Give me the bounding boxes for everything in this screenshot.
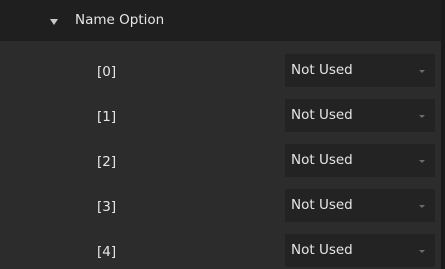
select-value: Not Used xyxy=(291,242,353,258)
select-value: Not Used xyxy=(291,107,353,123)
name-option-row-2: [2] Not Used xyxy=(0,142,441,180)
select-value: Not Used xyxy=(291,152,353,168)
caret-down-icon xyxy=(419,115,425,118)
name-option-row-3: [3] Not Used xyxy=(0,187,441,225)
row-index-label: [3] xyxy=(97,199,117,215)
caret-down-icon xyxy=(419,160,425,163)
name-option-row-0: [0] Not Used xyxy=(0,52,441,90)
caret-down-icon xyxy=(419,70,425,73)
name-option-select-3[interactable]: Not Used xyxy=(285,189,435,222)
caret-down-icon xyxy=(419,205,425,208)
row-index-label: [2] xyxy=(97,154,117,170)
name-option-section-header[interactable]: Name Option xyxy=(0,0,441,41)
name-option-panel: Name Option [0] Not Used [1] Not Used [2… xyxy=(0,0,445,269)
name-option-row-1: [1] Not Used xyxy=(0,97,441,135)
row-index-label: [1] xyxy=(97,109,117,125)
select-value: Not Used xyxy=(291,197,353,213)
panel-right-border xyxy=(441,0,445,269)
name-option-select-0[interactable]: Not Used xyxy=(285,54,435,87)
section-title: Name Option xyxy=(75,12,165,28)
name-option-select-4[interactable]: Not Used xyxy=(285,234,435,267)
name-option-select-1[interactable]: Not Used xyxy=(285,99,435,132)
caret-down-icon xyxy=(419,250,425,253)
name-option-select-2[interactable]: Not Used xyxy=(285,144,435,177)
row-index-label: [0] xyxy=(97,64,117,80)
row-index-label: [4] xyxy=(97,244,117,260)
chevron-down-icon[interactable] xyxy=(50,19,58,25)
select-value: Not Used xyxy=(291,62,353,78)
name-option-row-4: [4] Not Used xyxy=(0,232,441,269)
